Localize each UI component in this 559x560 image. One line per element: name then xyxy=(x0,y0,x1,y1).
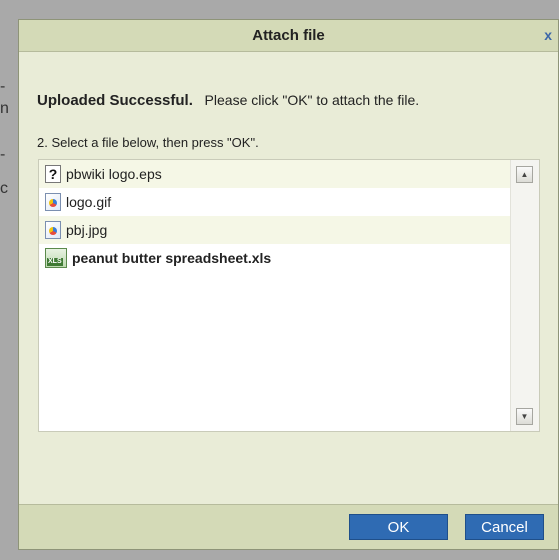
file-list-scrollbar[interactable]: ▲ ▼ xyxy=(510,160,539,431)
background-text-fragment: n xyxy=(0,100,9,117)
background-text-fragment: - xyxy=(0,146,6,163)
background-text-fragment: - xyxy=(0,78,6,95)
file-list-item[interactable]: logo.gif xyxy=(39,188,511,216)
upload-status-message: Uploaded Successful. Please click "OK" t… xyxy=(37,92,419,109)
file-list-item[interactable]: ? pbwiki logo.eps xyxy=(39,160,511,188)
attach-file-dialog: Attach file x Uploaded Successful. Pleas… xyxy=(18,19,559,550)
file-list[interactable]: ? pbwiki logo.eps logo.gif pbj.jpg peanu… xyxy=(38,159,540,432)
scroll-up-arrow-icon[interactable]: ▲ xyxy=(516,166,533,183)
file-list-item[interactable]: peanut butter spreadsheet.xls xyxy=(39,244,511,272)
select-file-instruction: 2. Select a file below, then press "OK". xyxy=(37,135,259,150)
file-name: peanut butter spreadsheet.xls xyxy=(72,250,272,266)
close-icon[interactable]: x xyxy=(544,20,552,51)
unknown-file-icon: ? xyxy=(45,165,61,183)
image-file-icon xyxy=(45,221,61,239)
file-name: logo.gif xyxy=(66,194,112,210)
background-text-fragment: c xyxy=(0,180,8,197)
dialog-footer: OK Cancel xyxy=(19,504,558,549)
scroll-down-arrow-icon[interactable]: ▼ xyxy=(516,408,533,425)
file-name: pbj.jpg xyxy=(66,222,108,238)
cancel-button[interactable]: Cancel xyxy=(465,514,544,540)
file-name: pbwiki logo.eps xyxy=(66,166,162,182)
dialog-titlebar: Attach file x xyxy=(19,20,558,52)
upload-status-bold: Uploaded Successful. xyxy=(37,92,193,109)
upload-status-text: Please click "OK" to attach the file. xyxy=(204,92,420,108)
image-file-icon xyxy=(45,193,61,211)
ok-button[interactable]: OK xyxy=(349,514,448,540)
file-list-item[interactable]: pbj.jpg xyxy=(39,216,511,244)
dialog-title: Attach file xyxy=(252,27,325,44)
spreadsheet-file-icon xyxy=(45,248,67,268)
